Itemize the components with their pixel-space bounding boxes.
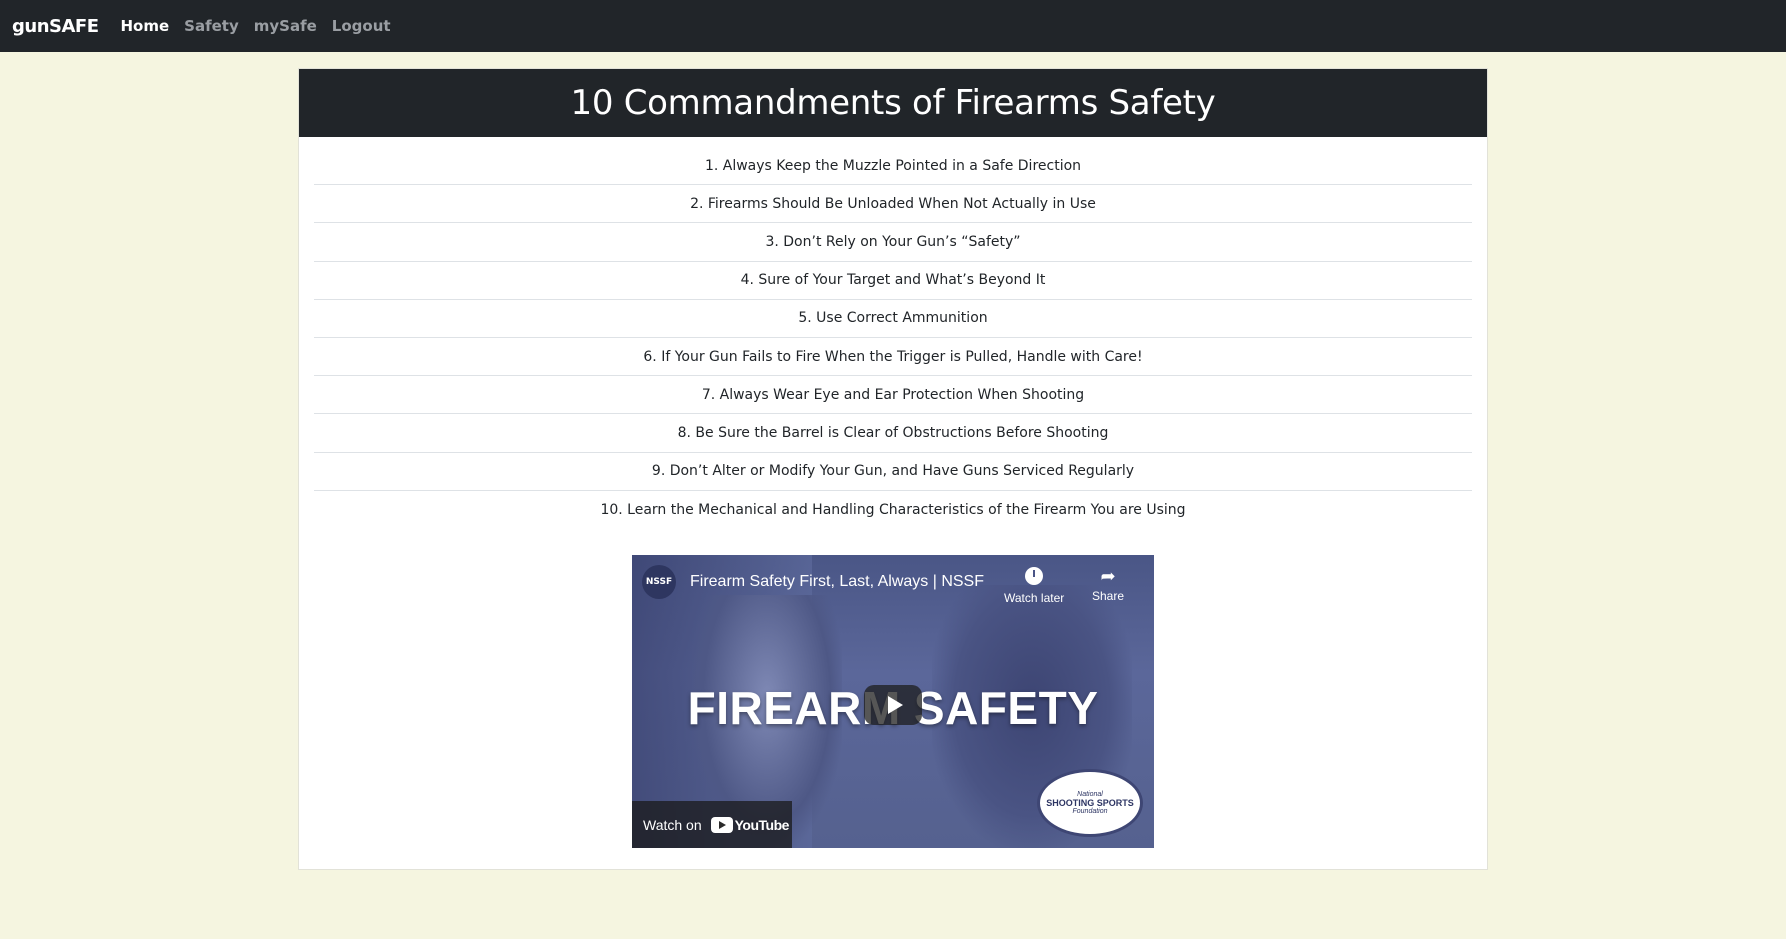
play-icon [887,696,903,714]
list-item: 2. Firearms Should Be Unloaded When Not … [314,185,1472,224]
list-item: 3. Don’t Rely on Your Gun’s “Safety” [314,223,1472,262]
nav-link-home[interactable]: Home [121,17,170,35]
share-arrow-icon: ➦ [1100,566,1116,586]
list-item: 5. Use Correct Ammunition [314,300,1472,338]
list-item: 8. Be Sure the Barrel is Clear of Obstru… [314,414,1472,453]
list-item: 9. Don’t Alter or Modify Your Gun, and H… [314,453,1472,491]
nssf-logo-line: Foundation [1072,808,1108,815]
list-item: 4. Sure of Your Target and What’s Beyond… [314,262,1472,300]
youtube-wordmark: YouTube [734,816,790,833]
youtube-play-icon [710,816,733,833]
play-button[interactable] [864,685,922,725]
watch-on-youtube-button[interactable]: Watch on YouTube [632,801,792,848]
youtube-logo: YouTube [710,816,790,833]
list-item: 7. Always Wear Eye and Ear Protection Wh… [314,376,1472,415]
nssf-logo: National SHOOTING SPORTS Foundation [1037,769,1143,837]
watch-on-label: Watch on [643,816,702,833]
watch-later-label: Watch later [1004,591,1065,605]
commandments-card: 10 Commandments of Firearms Safety 1. Al… [298,68,1488,870]
page-title: 10 Commandments of Firearms Safety [570,83,1216,123]
clock-icon [1025,567,1044,585]
watch-later-button[interactable]: Watch later [1004,565,1064,605]
commandments-list: 1. Always Keep the Muzzle Pointed in a S… [314,137,1472,529]
navbar: gunSAFE Home Safety mySafe Logout [0,0,1786,52]
share-label: Share [1092,589,1125,603]
nav-link-mysafe[interactable]: mySafe [254,17,317,35]
nav-link-safety[interactable]: Safety [184,17,239,35]
list-item: 1. Always Keep the Muzzle Pointed in a S… [314,147,1472,186]
video-title[interactable]: Firearm Safety First, Last, Always | NSS… [690,573,984,591]
card-header: 10 Commandments of Firearms Safety [299,69,1487,137]
list-item: 10. Learn the Mechanical and Handling Ch… [600,501,1186,518]
list-item: 6. If Your Gun Fails to Fire When the Tr… [314,338,1472,377]
brand-logo[interactable]: gunSAFE [12,16,99,37]
nssf-logo-line: SHOOTING SPORTS [1046,798,1134,808]
nav-link-logout[interactable]: Logout [332,17,391,35]
youtube-video-embed[interactable]: NSSF Firearm Safety First, Last, Always … [632,555,1154,848]
nssf-logo-line: National [1077,791,1103,798]
share-button[interactable]: ➦ Share [1092,565,1124,603]
channel-avatar[interactable]: NSSF [642,565,676,599]
